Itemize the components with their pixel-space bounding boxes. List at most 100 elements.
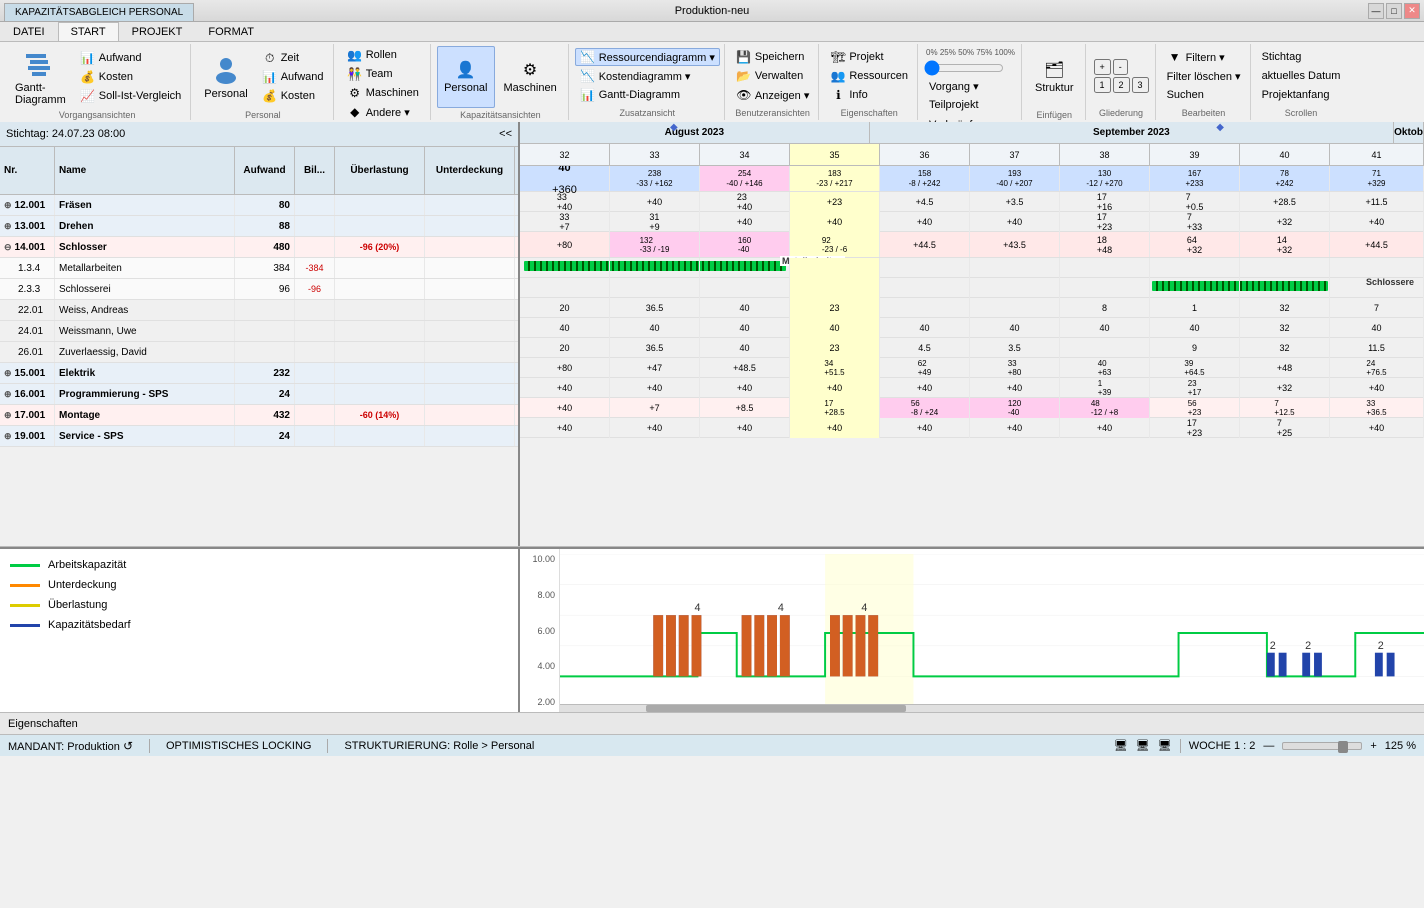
month-okt: Oktob [1394, 122, 1424, 143]
verwalten-button[interactable]: 📂 Verwalten [731, 67, 814, 85]
ueber-13001 [335, 216, 425, 236]
svg-text:4: 4 [861, 602, 867, 614]
nr-233: 2.3.3 [0, 279, 55, 299]
soll-ist-button[interactable]: 📈 Soll-Ist-Vergleich [75, 87, 187, 105]
expand-all-button[interactable]: + [1094, 59, 1111, 75]
mb-40 [1240, 258, 1330, 278]
unter-17001 [425, 405, 515, 425]
ribbon-tabs: DATEI START PROJEKT FORMAT [0, 22, 1424, 42]
sep3 [1180, 739, 1181, 753]
level3-button[interactable]: 3 [1132, 77, 1149, 93]
filtern-button[interactable]: ▼ Filtern ▾ [1162, 48, 1246, 66]
zeitplan-slider[interactable] [924, 60, 1004, 76]
ueber-19001 [335, 426, 425, 446]
andere-button[interactable]: ◆ Andere ▾ [342, 103, 424, 121]
chart-data-rows: 40+360 238-33 / +162 254-40 / +146 183-2… [520, 166, 1424, 546]
zeit-icon: ⏱ [262, 50, 278, 66]
maschinen-kap-button[interactable]: ⚙ Maschinen [497, 46, 564, 108]
team-button[interactable]: 👫 Team [342, 65, 424, 83]
personal-large-button[interactable]: Personal [197, 46, 254, 108]
projekt-icon: 🏗 [830, 49, 846, 65]
maschinen-icon: ⚙ [347, 85, 363, 101]
info-label: Info [849, 89, 867, 101]
projektanfang-label: Projektanfang [1262, 89, 1330, 101]
ueber-17001: -60 (14%) [335, 405, 425, 425]
pr-40: +32 [1240, 378, 1330, 398]
maximize-button[interactable]: □ [1386, 3, 1402, 19]
unter-13001 [425, 216, 515, 236]
aufwand-2201 [235, 300, 295, 320]
minimize-button[interactable]: — [1368, 3, 1384, 19]
aufwand2-button[interactable]: 📊 Aufwand [257, 68, 329, 86]
ressourcen2-label: Ressourcen [849, 70, 908, 82]
kosten2-button[interactable]: 💰 Kosten [257, 87, 329, 105]
suchen-button[interactable]: Suchen [1162, 86, 1246, 104]
zoom-slider[interactable] [1282, 742, 1362, 750]
unter-2201 [425, 300, 515, 320]
unter-16001 [425, 384, 515, 404]
anzeigen-button[interactable]: 👁 Anzeigen ▾ [731, 86, 814, 104]
refresh-icon[interactable]: ↺ [123, 739, 133, 753]
tab-datei[interactable]: DATEI [0, 22, 58, 41]
sl-32: +80 [520, 232, 610, 257]
mo-41: 33+36.5 [1330, 398, 1424, 418]
aufwand-15001: 232 [235, 363, 295, 383]
filter-loeschen-button[interactable]: Filter löschen ▾ [1162, 67, 1246, 85]
level2-button[interactable]: 2 [1113, 77, 1130, 93]
aktuelles-datum-button[interactable]: aktuelles Datum [1257, 67, 1346, 85]
vorgang-button[interactable]: Vorgang ▾ [924, 77, 1017, 95]
projekt-button[interactable]: 🏗 Projekt [825, 48, 913, 66]
ressourcendiagramm-button[interactable]: 📉 Ressourcendiagramm ▾ [575, 48, 720, 66]
sl-41: +44.5 [1330, 232, 1424, 257]
horizontal-scrollbar[interactable] [560, 704, 1424, 712]
nav-btn[interactable]: << [499, 128, 512, 140]
ueber-134 [335, 258, 425, 278]
zd-39: 9 [1150, 338, 1240, 358]
gantt-label: Gantt-Diagramm [15, 82, 66, 106]
kosten-icon: 💰 [80, 69, 96, 85]
zeit-button[interactable]: ⏱ Zeit [257, 49, 329, 67]
level1-button[interactable]: 1 [1094, 77, 1111, 93]
gantt-diagramm-button[interactable]: Gantt-Diagramm [8, 46, 73, 108]
tab-projekt[interactable]: PROJEKT [119, 22, 196, 41]
ressourcen2-button[interactable]: 👥 Ressourcen [825, 67, 913, 85]
ueber-12001 [335, 195, 425, 215]
tab-format[interactable]: FORMAT [195, 22, 267, 41]
mb-39 [1150, 258, 1240, 278]
struktur-button[interactable]: 🗂 Struktur [1028, 46, 1081, 108]
zd-37: 3.5 [970, 338, 1060, 358]
projektanfang-button[interactable]: Projektanfang [1257, 86, 1346, 104]
db-icon1: 🖥 [1114, 739, 1128, 752]
week-37: 37 [970, 144, 1060, 165]
maschinen-button[interactable]: ⚙ Maschinen [342, 84, 424, 102]
speichern-button[interactable]: 💾 Speichern [731, 48, 814, 66]
chart-row-montage: +40 +7 +8.5 17+28.5 56-8 / +24 120-40 48… [520, 398, 1424, 418]
personal-kap-button[interactable]: 👤 Personal [437, 46, 494, 108]
col-aufwand-header: Aufwand [235, 147, 295, 194]
unter-12001 [425, 195, 515, 215]
close-button[interactable]: ✕ [1404, 3, 1420, 19]
stichtag-marker2: ◆ [1216, 122, 1224, 133]
kostendiagramm-button[interactable]: 📉 Kostendiagramm ▾ [575, 67, 720, 85]
scrollbar-thumb[interactable] [646, 705, 905, 712]
zoom-minus[interactable]: — [1263, 740, 1274, 752]
unter-2401 [425, 321, 515, 341]
aufwand-233: 96 [235, 279, 295, 299]
rollen-button[interactable]: 👥 Rollen [342, 46, 424, 64]
kosten-button[interactable]: 💰 Kosten [75, 68, 187, 86]
title-bar: KAPAZITÄTSABGLEICH PERSONAL Produktion-n… [0, 0, 1424, 22]
pr-41: +40 [1330, 378, 1424, 398]
collapse-all-button[interactable]: - [1113, 59, 1128, 75]
zoom-plus[interactable]: + [1370, 740, 1376, 752]
stichtag-button[interactable]: Stichtag [1257, 48, 1346, 66]
tab-start[interactable]: START [58, 22, 119, 41]
ressourcen-col: 👥 Rollen 👫 Team ⚙ Maschinen ◆ Andere ▾ [342, 46, 424, 121]
aufwand-button[interactable]: 📊 Aufwand [75, 49, 187, 67]
kapazitaet-tab[interactable]: KAPAZITÄTSABGLEICH PERSONAL [4, 3, 194, 21]
nr-12001: ⊕12.001 [0, 195, 55, 215]
kosten2-icon: 💰 [262, 88, 278, 104]
teilprojekt-button[interactable]: Teilprojekt [924, 96, 1017, 114]
info-button[interactable]: ℹ Info [825, 86, 913, 104]
sv-37: +40 [970, 418, 1060, 438]
gantt2-button[interactable]: 📊 Gantt-Diagramm [575, 86, 720, 104]
